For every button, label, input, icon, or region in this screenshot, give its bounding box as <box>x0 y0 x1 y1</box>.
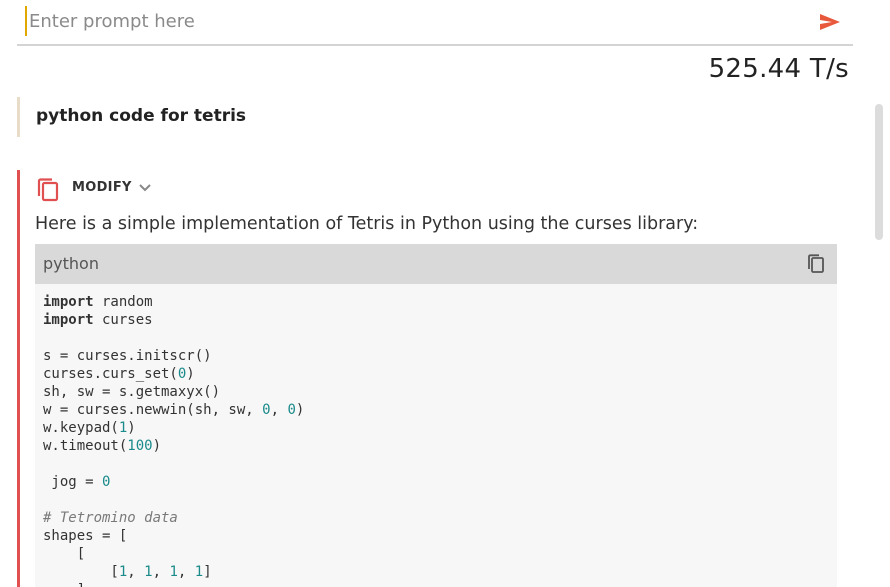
code-token: w = curses.newwin(sh, sw, <box>43 402 263 418</box>
code-line: jog = 0 <box>43 473 829 491</box>
modify-button[interactable]: MODIFY <box>72 180 152 195</box>
code-token: # Tetromino data <box>43 510 178 526</box>
code-line: sh, sw = s.getmaxyx() <box>43 383 829 401</box>
copy-message-button[interactable] <box>36 177 62 203</box>
copy-code-button[interactable] <box>806 253 828 275</box>
send-arrow-icon <box>820 14 840 30</box>
code-token: curses <box>93 312 153 328</box>
code-language-label: python <box>43 254 99 273</box>
code-token: 0 <box>287 402 296 418</box>
assistant-intro-text: Here is a simple implementation of Tetri… <box>35 214 699 234</box>
code-line: w.keypad(1) <box>43 419 829 437</box>
code-token: 100 <box>127 438 153 454</box>
prompt-input[interactable] <box>25 6 799 36</box>
code-line: [1, 1, 1, 1] <box>43 563 829 581</box>
code-token: 0 <box>262 402 271 418</box>
tokens-per-second: 525.44 T/s <box>708 54 849 84</box>
code-line: w = curses.newwin(sh, sw, 0, 0) <box>43 401 829 419</box>
code-block-header: python <box>35 244 837 284</box>
code-line: import random <box>43 293 829 311</box>
code-token: curses.curs_set( <box>43 366 178 382</box>
scrollbar[interactable] <box>875 104 883 240</box>
code-line: ], <box>43 581 829 587</box>
code-token: [ <box>43 546 86 562</box>
code-token: [ <box>43 564 119 580</box>
chat-app: 525.44 T/s python code for tetris MODIFY… <box>0 0 890 587</box>
code-line: s = curses.initscr() <box>43 347 829 365</box>
code-token: jog = <box>43 474 103 490</box>
code-token: w.keypad( <box>43 420 119 436</box>
code-token: ) <box>127 420 136 436</box>
code-token: shapes = [ <box>43 528 128 544</box>
code-line: curses.curs_set(0) <box>43 365 829 383</box>
code-token: , <box>177 564 195 580</box>
user-message: python code for tetris <box>17 97 853 137</box>
code-token: import <box>43 312 94 328</box>
code-line: [ <box>43 545 829 563</box>
modify-label: MODIFY <box>72 180 132 195</box>
code-token: 0 <box>102 474 111 490</box>
chevron-down-icon <box>138 183 152 193</box>
code-token: ) <box>152 438 162 454</box>
code-token: 1 <box>144 564 153 580</box>
code-token: 1 <box>169 564 178 580</box>
code-block: import random import curses s = curses.ini… <box>35 284 837 587</box>
code-token: sh, sw = s.getmaxyx() <box>43 384 221 400</box>
assistant-message: MODIFY Here is a simple implementation o… <box>17 170 853 587</box>
prompt-bar <box>17 0 853 46</box>
code-token: ] <box>203 564 212 580</box>
code-token: , <box>127 564 145 580</box>
code-token: w.timeout( <box>43 438 128 454</box>
code-token: import <box>43 294 94 310</box>
send-button[interactable] <box>817 9 843 35</box>
copy-icon <box>808 254 824 273</box>
code-token: ) <box>295 402 305 418</box>
code-line: # Tetromino data <box>43 509 829 527</box>
code-token: ) <box>186 366 195 382</box>
code-token: , <box>270 402 288 418</box>
code-token: s = curses.initscr() <box>43 348 212 364</box>
code-line: w.timeout(100) <box>43 437 829 455</box>
code-line: import curses <box>43 311 829 329</box>
code-token: 1 <box>194 564 204 580</box>
code-token: ], <box>43 582 94 587</box>
code-token: random <box>93 294 153 310</box>
code-line: shapes = [ <box>43 527 829 545</box>
user-message-text: python code for tetris <box>36 106 247 126</box>
code-token: , <box>152 564 170 580</box>
copy-icon <box>37 178 59 202</box>
